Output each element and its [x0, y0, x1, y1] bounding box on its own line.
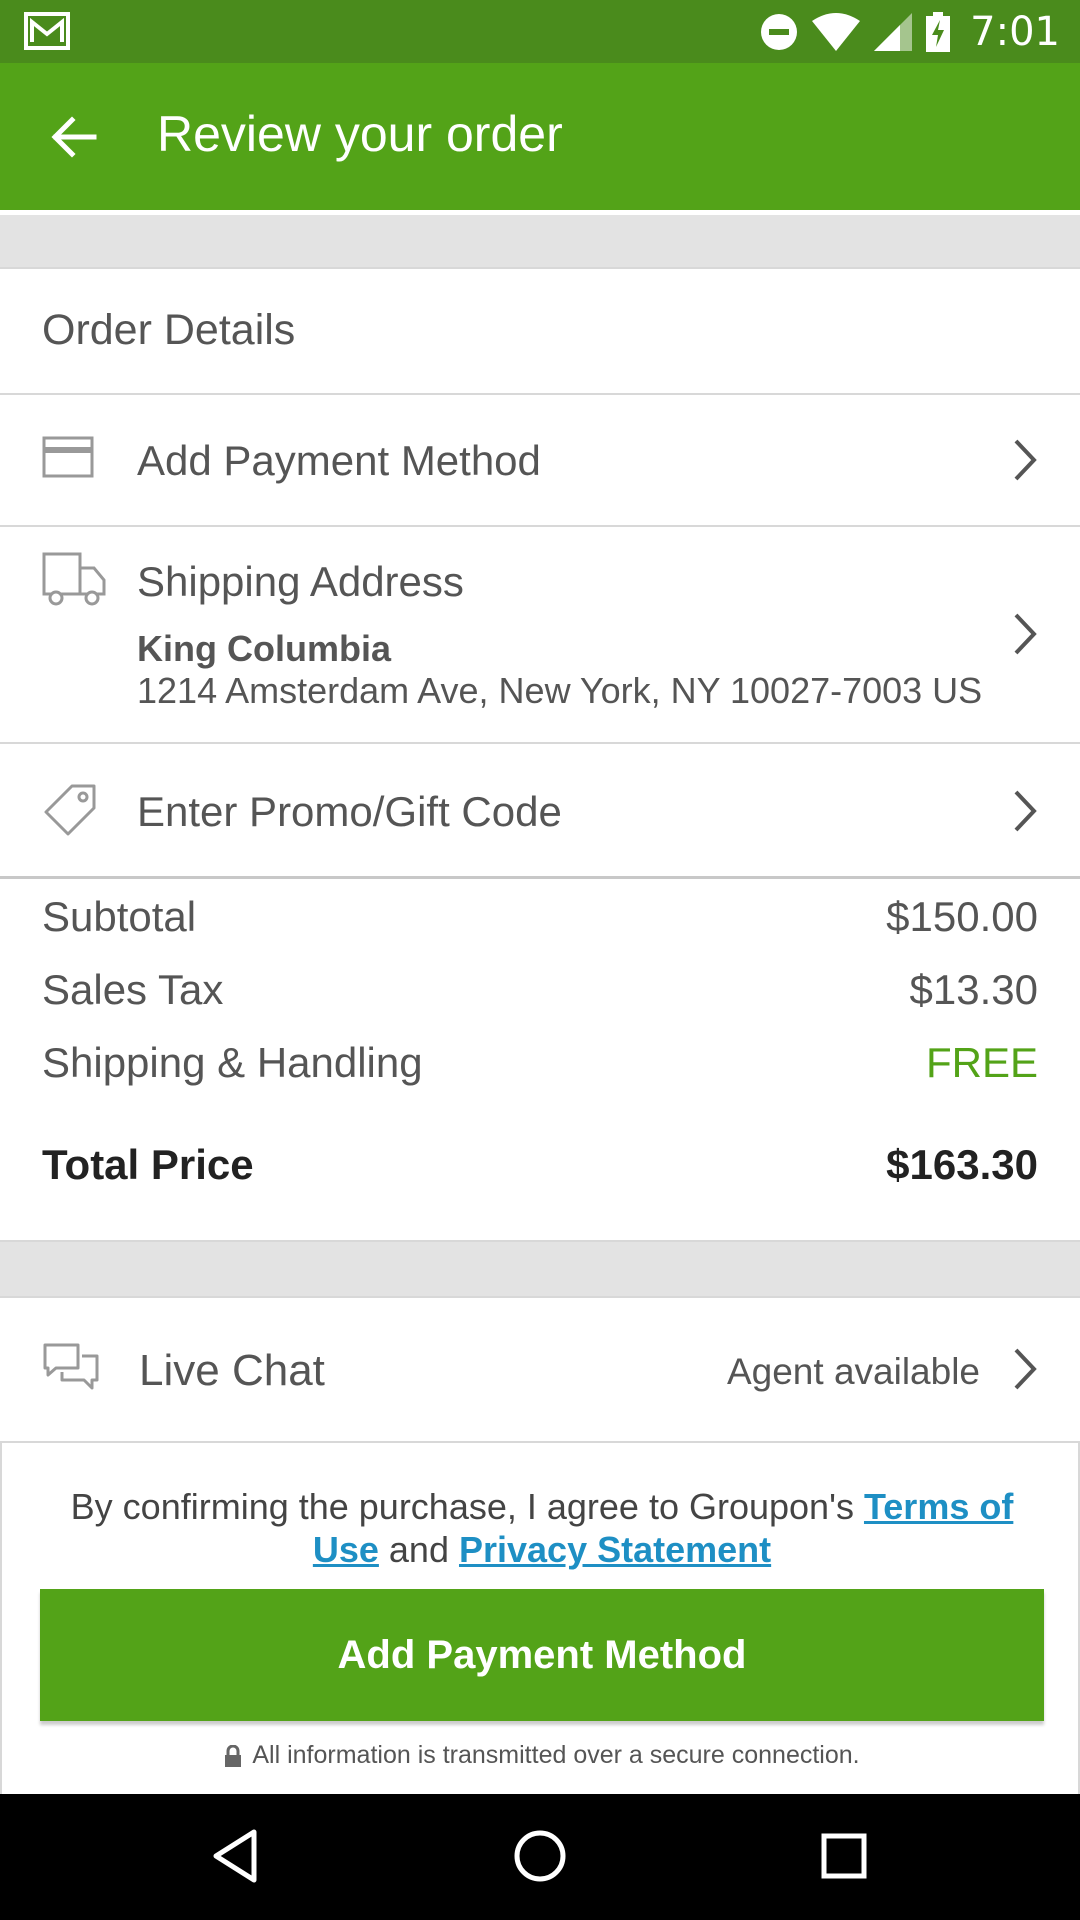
gmail-notification-icon: [24, 12, 70, 50]
delivery-truck-icon: [42, 552, 106, 606]
status-bar: 7:01: [0, 0, 1080, 63]
checkout-footer: By confirming the purchase, I agree to G…: [0, 1441, 1080, 1794]
divider: [0, 267, 1080, 269]
secure-connection-note: All information is transmitted over a se…: [2, 1741, 1080, 1770]
total-price-value: $163.30: [886, 1141, 1038, 1188]
shipping-address-line: 1214 Amsterdam Ave, New York, NY 10027-7…: [137, 670, 983, 711]
signal-icon: [874, 12, 913, 51]
sales-tax-label: Sales Tax: [42, 966, 224, 1013]
terms-and-text: and: [378, 1529, 459, 1570]
app-bar: Review your order: [0, 63, 1080, 210]
live-chat-label: Live Chat: [139, 1346, 325, 1395]
order-details-heading: Order Details: [42, 306, 296, 354]
shipping-handling-row: Shipping & Handling FREE: [42, 1039, 1038, 1087]
subtotal-value: $150.00: [886, 893, 1038, 940]
lock-icon: [225, 1745, 242, 1768]
promo-code-label: Enter Promo/Gift Code: [137, 788, 562, 835]
subtotal-row: Subtotal $150.00: [42, 893, 1038, 941]
chat-bubbles-icon: [43, 1343, 99, 1390]
agent-status: Agent available: [726, 1351, 980, 1392]
add-payment-method-label: Add Payment Method: [137, 437, 541, 484]
chevron-right-icon: [1014, 1348, 1037, 1390]
secure-connection-text: All information is transmitted over a se…: [252, 1741, 860, 1769]
subtotal-label: Subtotal: [42, 893, 197, 940]
terms-notice: By confirming the purchase, I agree to G…: [42, 1485, 1042, 1571]
add-payment-method-button[interactable]: Add Payment Method: [40, 1589, 1044, 1721]
chevron-right-icon: [1014, 439, 1037, 481]
system-navigation-bar: [0, 1794, 1080, 1920]
clock: 7:01: [970, 8, 1060, 55]
shipping-address-label: Shipping Address: [137, 558, 464, 605]
back-arrow-icon[interactable]: [44, 107, 104, 167]
page-title: Review your order: [157, 106, 563, 162]
do-not-disturb-icon: [761, 13, 798, 50]
divider: [0, 876, 1080, 879]
nav-home-icon[interactable]: [508, 1824, 572, 1888]
nav-back-icon[interactable]: [204, 1824, 268, 1888]
chevron-right-icon: [1014, 613, 1037, 655]
privacy-statement-link[interactable]: Privacy Statement: [459, 1529, 771, 1570]
credit-card-icon: [42, 436, 94, 478]
section-spacer: [0, 1242, 1080, 1296]
section-spacer: [0, 215, 1080, 267]
total-price-row: Total Price $163.30: [42, 1141, 1038, 1189]
add-payment-method-row[interactable]: Add Payment Method: [0, 395, 1080, 525]
battery-charging-icon: [926, 11, 951, 52]
nav-recents-icon[interactable]: [812, 1824, 876, 1888]
promo-code-row[interactable]: Enter Promo/Gift Code: [0, 744, 1080, 876]
wifi-icon: [812, 12, 861, 51]
terms-text: By confirming the purchase, I agree to G…: [70, 1486, 864, 1527]
shipping-handling-value: FREE: [925, 1039, 1038, 1086]
sales-tax-value: $13.30: [909, 966, 1038, 1013]
total-price-label: Total Price: [42, 1141, 254, 1188]
shipping-handling-label: Shipping & Handling: [42, 1039, 423, 1086]
sales-tax-row: Sales Tax $13.30: [42, 966, 1038, 1014]
shipping-recipient-name: King Columbia: [137, 628, 391, 669]
chevron-right-icon: [1014, 790, 1037, 832]
tag-icon: [44, 784, 96, 836]
